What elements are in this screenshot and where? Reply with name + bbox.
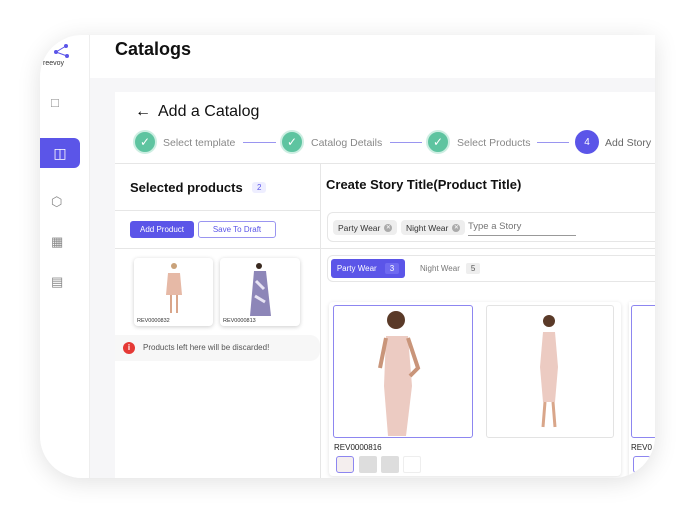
remove-chip-icon[interactable]: ✕ bbox=[384, 223, 393, 232]
step-label: Add Story bbox=[605, 137, 652, 149]
step-done-icon: ✓ bbox=[280, 130, 304, 154]
product-image bbox=[166, 263, 182, 313]
back-arrow-icon[interactable]: ← bbox=[135, 103, 151, 121]
story-title-heading: Create Story Title(Product Title) bbox=[326, 177, 522, 192]
warning-banner: i Products left here will be discarded! bbox=[115, 335, 320, 361]
story-input[interactable] bbox=[468, 218, 576, 236]
product-card[interactable]: REV0000816 bbox=[329, 302, 621, 476]
grid-icon[interactable]: ▦ bbox=[51, 234, 63, 250]
brand-name: reevoy bbox=[43, 60, 65, 67]
info-icon: i bbox=[123, 342, 135, 354]
store-icon[interactable]: ▤ bbox=[51, 274, 63, 290]
tab-night-wear[interactable]: Night Wear 5 bbox=[420, 259, 481, 278]
story-chip: Party Wear ✕ bbox=[333, 220, 398, 235]
product-id: REV0000832 bbox=[137, 318, 170, 324]
product-id: REV0000813 bbox=[223, 318, 256, 324]
warning-text: Products left here will be discarded! bbox=[143, 343, 270, 352]
add-product-button[interactable]: Add Product bbox=[130, 221, 194, 238]
step-done-icon: ✓ bbox=[133, 130, 157, 154]
tab-party-wear[interactable]: Party Wear 3 bbox=[331, 259, 405, 278]
main-product-image[interactable] bbox=[333, 305, 473, 438]
page-header-title: Catalogs bbox=[115, 39, 192, 59]
alt-product-image[interactable] bbox=[486, 305, 614, 438]
header: Catalogs bbox=[90, 35, 655, 78]
catalog-icon[interactable]: ◫ bbox=[40, 138, 80, 168]
story-tabs: Party Wear 3 Night Wear 5 bbox=[327, 255, 655, 282]
step-label: Select template bbox=[163, 137, 236, 149]
variant-thumb[interactable] bbox=[403, 456, 421, 473]
app-window: reevoy □ ◫ ⬡ ▦ ▤ Catalogs ← Add a Catalo… bbox=[40, 35, 655, 478]
product-image bbox=[540, 315, 558, 428]
save-to-draft-button[interactable]: Save To Draft bbox=[198, 221, 276, 238]
story-input-box[interactable]: Party Wear ✕ Night Wear ✕ bbox=[327, 212, 655, 242]
story-chip: Night Wear ✕ bbox=[401, 220, 466, 235]
selected-products-title: Selected products bbox=[130, 180, 243, 195]
product-id: REV0 bbox=[631, 443, 652, 452]
logo-icon bbox=[54, 44, 69, 58]
count-badge: 2 bbox=[252, 182, 267, 193]
page-title: Add a Catalog bbox=[158, 103, 260, 120]
selected-product[interactable]: REV0000813 bbox=[220, 258, 300, 326]
variant-thumb[interactable] bbox=[359, 456, 377, 473]
box-search-icon[interactable]: ⬡ bbox=[51, 194, 62, 210]
step-done-icon: ✓ bbox=[426, 130, 450, 154]
variant-thumb[interactable] bbox=[336, 456, 354, 473]
sidebar: reevoy □ ◫ ⬡ ▦ ▤ bbox=[40, 35, 90, 478]
product-card[interactable]: REV0 bbox=[629, 302, 655, 476]
step-label: Select Products bbox=[457, 137, 531, 149]
step-number: 4 bbox=[575, 130, 599, 154]
remove-chip-icon[interactable]: ✕ bbox=[452, 223, 461, 232]
search-document-icon[interactable]: □ bbox=[51, 95, 59, 110]
product-id: REV0000816 bbox=[334, 443, 382, 452]
product-image bbox=[378, 311, 421, 436]
product-image bbox=[250, 263, 271, 316]
step-label: Catalog Details bbox=[311, 137, 383, 149]
selected-product[interactable]: REV0000832 bbox=[134, 258, 213, 326]
variant-thumb[interactable] bbox=[381, 456, 399, 473]
